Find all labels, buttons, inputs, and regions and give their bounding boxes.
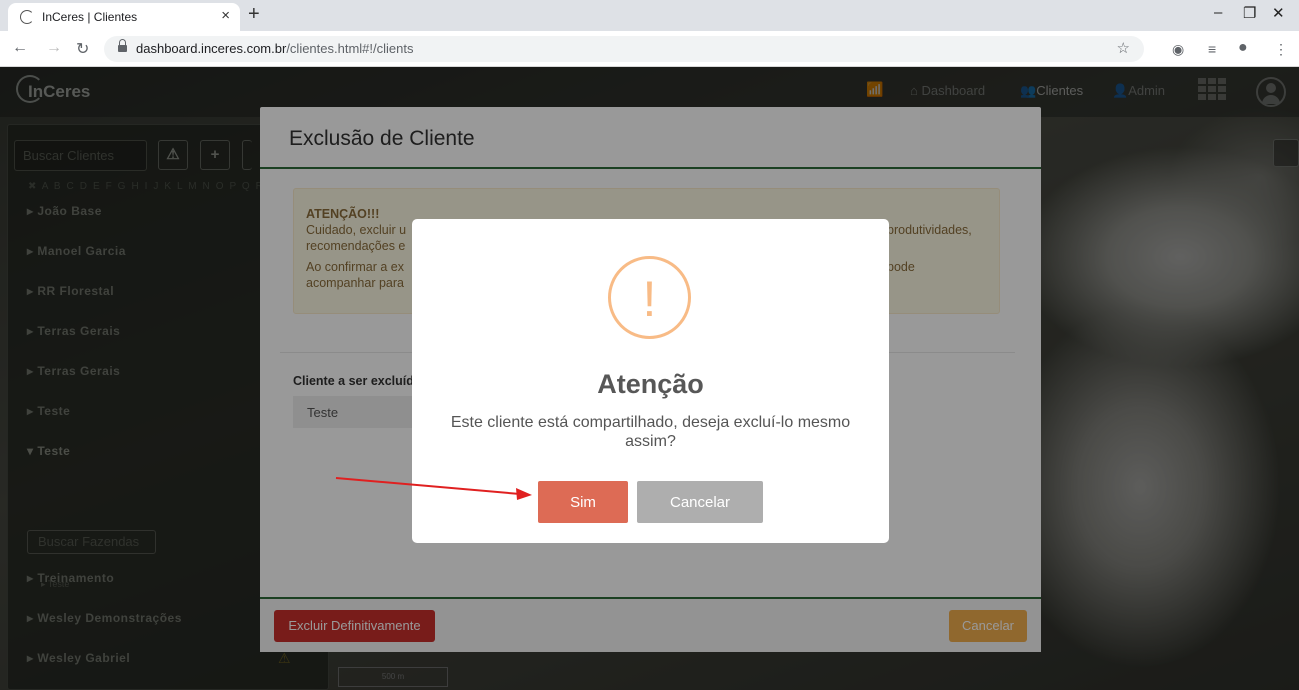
dialog-message: Este cliente está compartilhado, deseja … xyxy=(450,414,851,450)
lock-icon xyxy=(118,39,127,53)
inceres-favicon-icon xyxy=(20,10,34,24)
minimize-button[interactable]: – xyxy=(1214,4,1222,21)
new-tab-button[interactable]: + xyxy=(248,3,260,26)
annotation-arrow-icon xyxy=(335,477,532,500)
browser-tab[interactable]: InCeres | Clientes × xyxy=(8,3,240,31)
bookmark-star-icon[interactable]: ☆ xyxy=(1117,39,1130,57)
reading-list-icon[interactable]: ≡ xyxy=(1208,41,1216,57)
confirm-yes-button[interactable]: Sim xyxy=(538,481,628,523)
forward-arrow-icon[interactable]: → xyxy=(46,39,62,57)
reload-icon[interactable]: ↻ xyxy=(76,39,89,59)
restore-button[interactable]: ❐ xyxy=(1243,4,1256,22)
browser-tab-bar: InCeres | Clientes × + – ❐ ✕ xyxy=(0,0,1299,31)
extension-icon[interactable]: ◉ xyxy=(1172,41,1184,58)
tab-close-icon[interactable]: × xyxy=(221,7,230,24)
url-text: dashboard.inceres.com.br/clientes.html#!… xyxy=(136,41,414,56)
tab-title: InCeres | Clientes xyxy=(42,10,138,24)
profile-icon[interactable]: ● xyxy=(1238,39,1248,57)
warning-exclamation-icon: ! xyxy=(608,256,691,339)
address-bar: ← → ↻ dashboard.inceres.com.br/clientes.… xyxy=(0,31,1299,67)
url-field[interactable]: dashboard.inceres.com.br/clientes.html#!… xyxy=(104,36,1144,62)
dialog-title: Atenção xyxy=(597,369,704,399)
menu-icon[interactable]: ⋮ xyxy=(1274,41,1288,58)
back-arrow-icon[interactable]: ← xyxy=(12,39,28,57)
close-window-button[interactable]: ✕ xyxy=(1272,4,1285,22)
confirm-cancel-button[interactable]: Cancelar xyxy=(637,481,763,523)
